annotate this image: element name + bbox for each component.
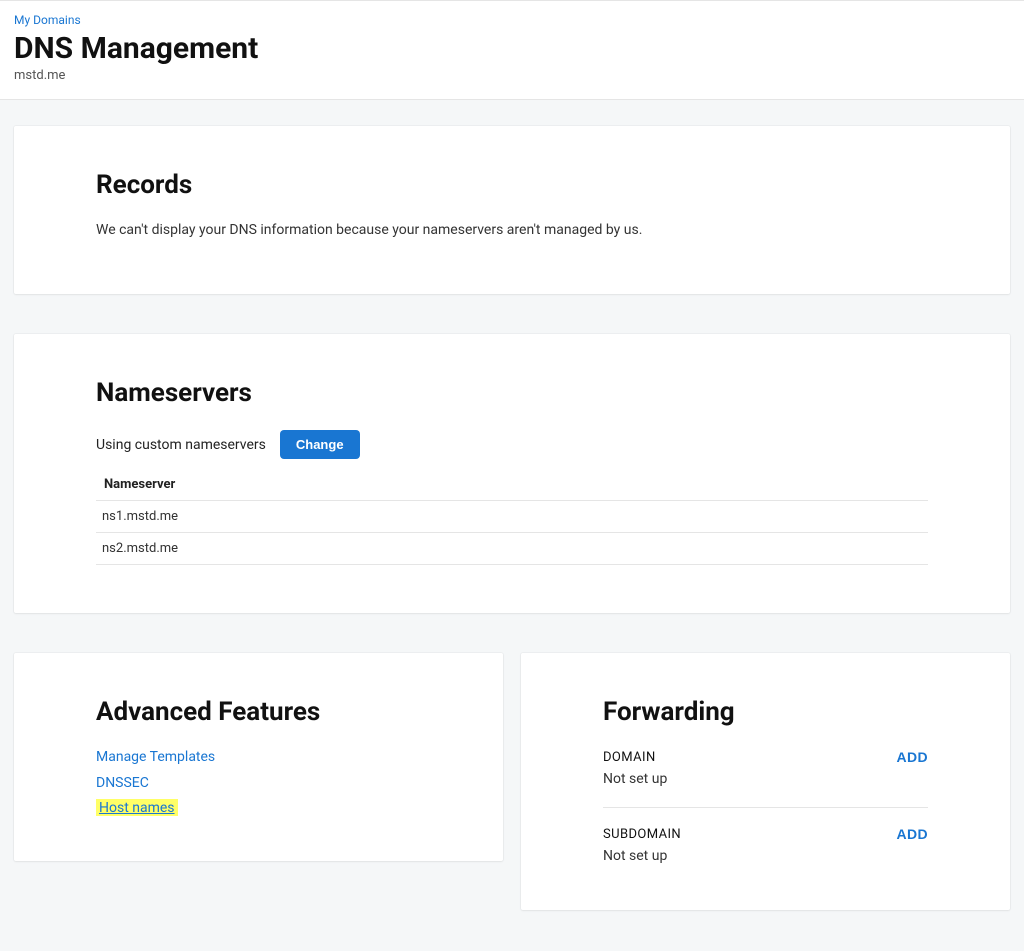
forwarding-domain-label: DOMAIN	[603, 750, 656, 765]
divider	[603, 807, 928, 808]
forwarding-title: Forwarding	[603, 697, 928, 727]
domain-name-label: mstd.me	[14, 68, 1010, 83]
nameservers-table: Nameserver ns1.mstd.me ns2.mstd.me	[96, 469, 928, 565]
change-nameservers-button[interactable]: Change	[280, 430, 360, 459]
table-row: ns2.mstd.me	[96, 533, 928, 565]
records-title: Records	[96, 170, 928, 200]
page-title: DNS Management	[14, 31, 1010, 66]
table-row: ns1.mstd.me	[96, 501, 928, 533]
forwarding-card: Forwarding DOMAIN ADD Not set up SUBDOMA…	[521, 653, 1010, 910]
nameserver-value: ns1.mstd.me	[96, 501, 928, 533]
nameserver-value: ns2.mstd.me	[96, 533, 928, 565]
manage-templates-link[interactable]: Manage Templates	[96, 749, 421, 765]
forwarding-domain-status: Not set up	[603, 771, 928, 787]
page-header: My Domains DNS Management mstd.me	[0, 0, 1024, 100]
content-area: Records We can't display your DNS inform…	[0, 100, 1024, 936]
records-card: Records We can't display your DNS inform…	[14, 126, 1010, 294]
add-subdomain-forwarding-button[interactable]: ADD	[896, 826, 928, 842]
nameservers-status: Using custom nameservers	[96, 437, 266, 453]
host-names-link[interactable]: Host names	[96, 799, 178, 816]
nameservers-table-header: Nameserver	[96, 469, 928, 501]
advanced-features-card: Advanced Features Manage Templates DNSSE…	[14, 653, 503, 861]
dnssec-link[interactable]: DNSSEC	[96, 775, 421, 791]
advanced-features-title: Advanced Features	[96, 697, 421, 727]
forwarding-subdomain-label: SUBDOMAIN	[603, 827, 681, 842]
records-empty-message: We can't display your DNS information be…	[96, 222, 928, 238]
nameservers-title: Nameservers	[96, 378, 928, 408]
forwarding-subdomain-status: Not set up	[603, 848, 928, 864]
breadcrumb-my-domains[interactable]: My Domains	[14, 13, 81, 27]
add-domain-forwarding-button[interactable]: ADD	[896, 749, 928, 765]
nameservers-card: Nameservers Using custom nameservers Cha…	[14, 334, 1010, 613]
